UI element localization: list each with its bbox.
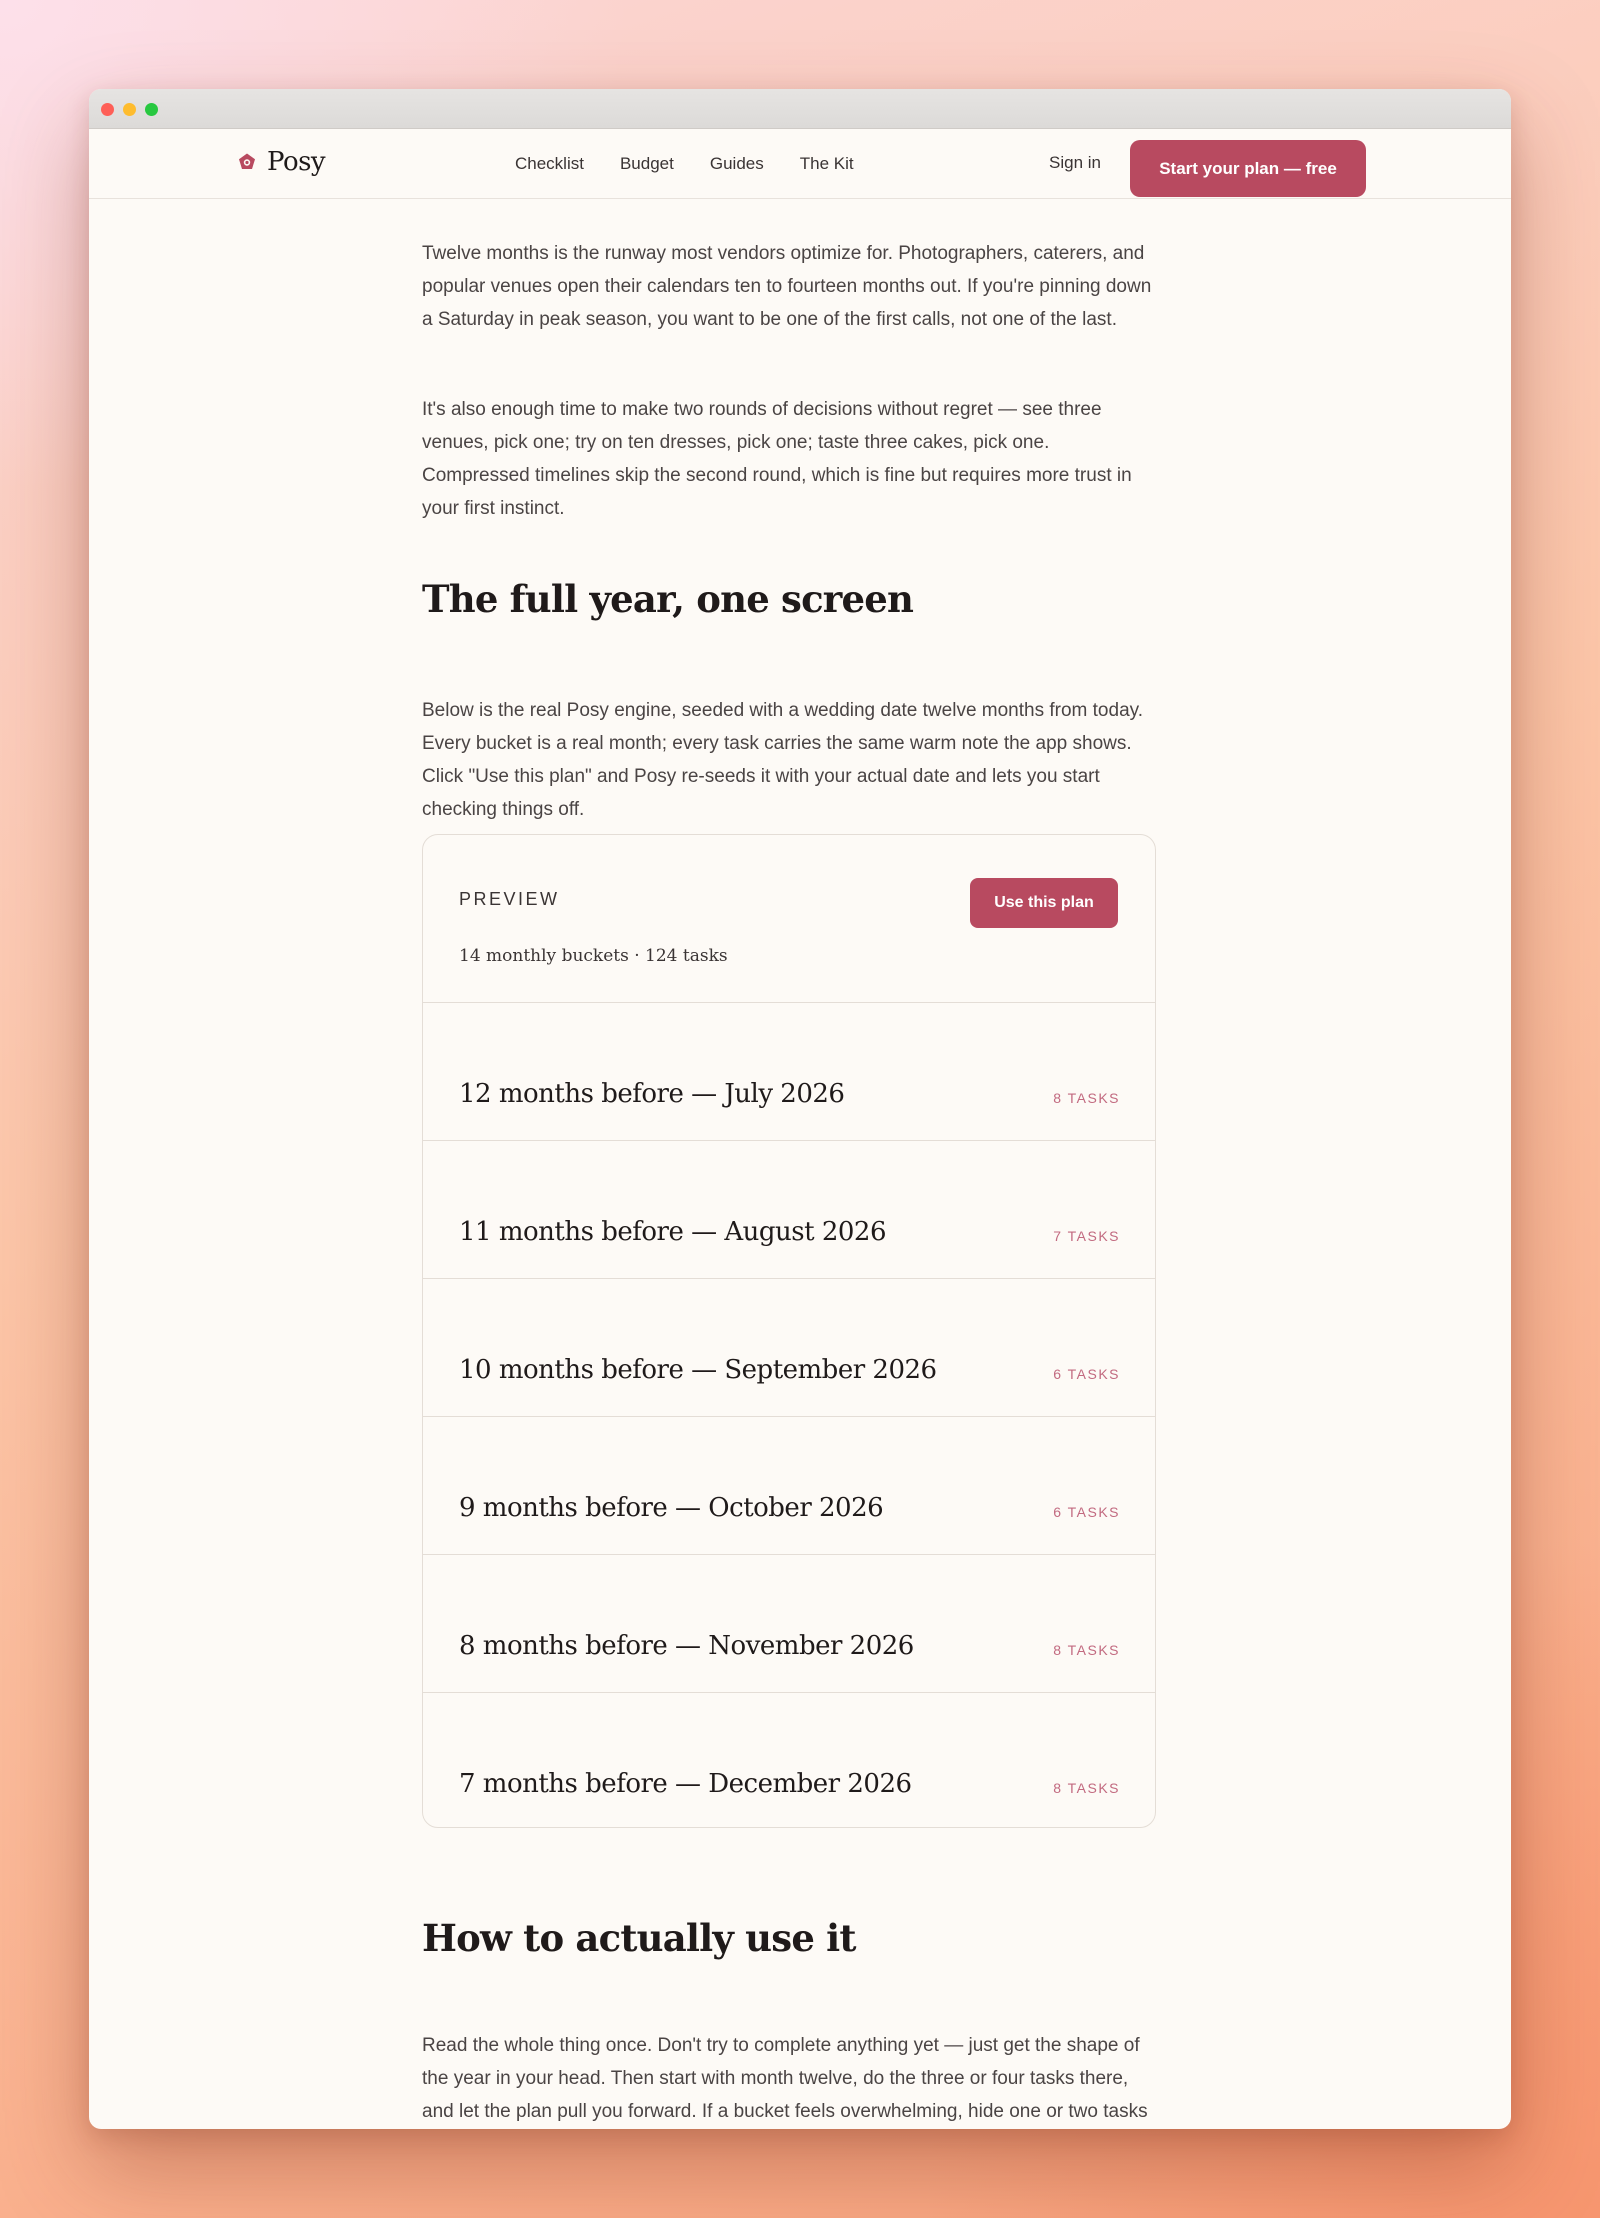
use-this-plan-button[interactable]: Use this plan [970, 878, 1118, 928]
bucket-task-count: 6 TASKS [1053, 1366, 1120, 1382]
month-bucket[interactable]: 8 months before — November 2026 8 TASKS [423, 1555, 1155, 1693]
zoom-window-button[interactable] [145, 103, 158, 116]
window-titlebar [89, 89, 1511, 129]
section-title-full-year: The full year, one screen [422, 577, 914, 621]
posy-flower-icon [239, 153, 255, 169]
month-bucket[interactable]: 12 months before — July 2026 8 TASKS [423, 1003, 1155, 1141]
preview-stats: 14 monthly buckets · 124 tasks [459, 946, 728, 966]
section-paragraph-how-to-use: Read the whole thing once. Don't try to … [422, 2035, 1148, 2122]
nav-link-the-kit[interactable]: The Kit [800, 154, 854, 174]
bucket-title: 10 months before — September 2026 [459, 1355, 937, 1385]
top-navbar: Posy Checklist Budget Guides The Kit Sig… [89, 129, 1511, 199]
month-bucket[interactable]: 10 months before — September 2026 6 TASK… [423, 1279, 1155, 1417]
browser-window: Twelve months is the runway most vendors… [89, 89, 1511, 2129]
bucket-task-count: 8 TASKS [1053, 1780, 1120, 1796]
brand-logo-link[interactable]: Posy [237, 147, 326, 177]
month-bucket[interactable]: 9 months before — October 2026 6 TASKS [423, 1417, 1155, 1555]
nav-link-budget[interactable]: Budget [620, 154, 674, 174]
intro-paragraph-1: Twelve months is the runway most vendors… [422, 243, 1152, 330]
start-plan-button[interactable]: Start your plan — free [1130, 140, 1366, 197]
bucket-title: 12 months before — July 2026 [459, 1079, 845, 1109]
preview-card-header: PREVIEW Use this plan 14 monthly buckets… [423, 835, 1155, 1003]
bucket-task-count: 7 TASKS [1053, 1228, 1120, 1244]
preview-label: PREVIEW [459, 889, 560, 909]
brand-name: Posy [267, 147, 326, 177]
bucket-task-count: 6 TASKS [1053, 1504, 1120, 1520]
section-title-how-to-use: How to actually use it [422, 1916, 856, 1960]
bucket-title: 11 months before — August 2026 [459, 1217, 887, 1247]
intro-paragraph-2: It's also enough time to make two rounds… [422, 399, 1132, 519]
nav-link-checklist[interactable]: Checklist [515, 154, 584, 174]
bucket-task-count: 8 TASKS [1053, 1090, 1120, 1106]
plan-preview-card: PREVIEW Use this plan 14 monthly buckets… [422, 834, 1156, 1828]
section-paragraph-full-year: Below is the real Posy engine, seeded wi… [422, 700, 1143, 820]
nav-link-guides[interactable]: Guides [710, 154, 764, 174]
bucket-task-count: 8 TASKS [1053, 1642, 1120, 1658]
month-bucket[interactable]: 7 months before — December 2026 8 TASKS [423, 1693, 1155, 1827]
bucket-title: 9 months before — October 2026 [459, 1493, 884, 1523]
minimize-window-button[interactable] [123, 103, 136, 116]
nav-links: Checklist Budget Guides The Kit [515, 129, 854, 199]
page-content: Twelve months is the runway most vendors… [89, 129, 1511, 2129]
month-bucket[interactable]: 11 months before — August 2026 7 TASKS [423, 1141, 1155, 1279]
bucket-title: 8 months before — November 2026 [459, 1631, 914, 1661]
close-window-button[interactable] [101, 103, 114, 116]
sign-in-link[interactable]: Sign in [1049, 153, 1101, 173]
bucket-title: 7 months before — December 2026 [459, 1769, 912, 1799]
